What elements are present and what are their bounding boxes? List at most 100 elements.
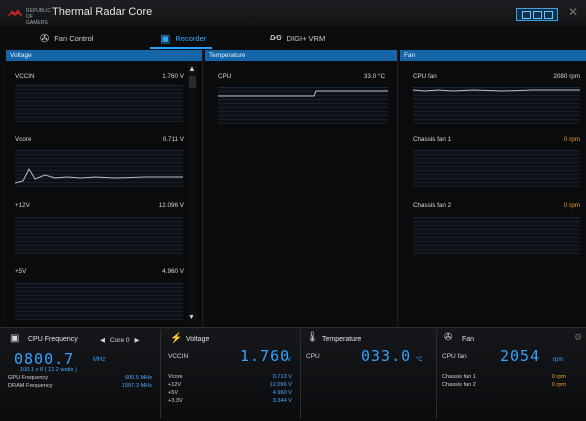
voltage-label-12v: +12V: [15, 202, 30, 209]
voltage-panel: Voltage VCCIN 1.760 V Vcore 0.711 V +12V…: [6, 50, 203, 326]
3v3-label: +3.3V: [168, 398, 183, 404]
window-controls[interactable]: [516, 8, 558, 21]
maximize-icon[interactable]: [532, 10, 542, 19]
voltage-big-label: VCCIN: [168, 353, 189, 360]
panel-header: Voltage: [6, 50, 202, 61]
gpu-frequency-label: GPU Frequency: [8, 375, 49, 381]
voltage-value-12v: 12.096 V: [158, 202, 184, 209]
chassis-fan-1-label: Chassis fan 1: [442, 374, 476, 380]
scroll-up-arrow[interactable]: ▲: [188, 64, 196, 73]
temperature-big-label: CPU: [306, 353, 320, 360]
temp-label-cpu: CPU: [218, 73, 232, 80]
5v-value: 4.960 V: [272, 390, 292, 396]
graph-vcore: [15, 150, 183, 187]
cpu-temp-line: [218, 90, 388, 97]
fan-big-value: 2054: [500, 347, 541, 365]
vcore-value: 0.713 V: [272, 374, 292, 380]
dram-frequency-label: DRAM Frequency: [8, 383, 53, 389]
scroll-down-arrow[interactable]: ▼: [188, 314, 195, 321]
fan-panel: Fan CPU fan 2080 rpm Chassis fan 1 0 rpm…: [400, 50, 586, 326]
core-selector[interactable]: ◀ Core 0 ▶: [100, 336, 140, 345]
panel-header: Fan: [400, 50, 586, 61]
voltage-label-5v: +5V: [15, 268, 27, 275]
lightning-icon: ⚡: [170, 333, 183, 344]
cpu-frequency-unit: MHz: [93, 357, 106, 363]
temperature-big-value: 033.0: [361, 347, 412, 365]
12v-value: 12.096 V: [269, 382, 292, 388]
chevron-right-icon[interactable]: ▶: [135, 336, 140, 344]
chassis-fan-2-label: Chassis fan 2: [442, 382, 476, 388]
dram-frequency-value: 1597.3 MHz: [121, 383, 152, 389]
graph-chassis-fan-1: [413, 150, 580, 187]
voltage-value-5v: 4.960 V: [162, 268, 184, 275]
voltage-unit: V: [287, 357, 292, 363]
active-tab-indicator: [150, 47, 212, 49]
chassis-fan-2-value: 0 rpm: [551, 382, 566, 388]
monitor-icon: ▣: [160, 32, 171, 45]
graph-5v: [15, 283, 183, 320]
tab-label: Fan Control: [54, 33, 94, 43]
cpu-icon: ▣: [10, 333, 20, 344]
app-title: Thermal Radar Core: [52, 6, 153, 18]
scroll-thumb[interactable]: [189, 76, 196, 88]
fan-big-label: CPU fan: [442, 353, 467, 360]
voltage-big-value: 1.760: [240, 347, 291, 365]
temperature-title: Temperature: [322, 336, 362, 343]
tab-recorder[interactable]: ▣ Recorder: [160, 30, 206, 46]
close-icon[interactable]: ✕: [568, 5, 578, 19]
voltage-label-vccin: VCCIN: [15, 73, 35, 80]
panel-header: Temperature: [205, 50, 397, 61]
cpu-multiplier-info: 100.1 x 8 ( 12.2 watts ): [20, 367, 77, 373]
tab-label: DIGI+ VRM: [286, 33, 326, 43]
graph-12v: [15, 217, 183, 254]
fan-value-chassis-1: 0 rpm: [563, 136, 580, 143]
12v-label: +12V: [168, 382, 182, 388]
thermometer-icon: 🌡: [306, 332, 319, 343]
fan-icon: ✇: [444, 332, 453, 343]
cpu-frequency-value: 0800.7: [14, 350, 75, 368]
voltage-title: Voltage: [186, 336, 210, 343]
chevron-left-icon[interactable]: ◀: [100, 336, 105, 344]
voltage-label-vcore: Vcore: [15, 136, 32, 143]
graph-cpu-temp: [218, 87, 388, 124]
tab-digi-vrm[interactable]: D∕G DIGI+ VRM: [270, 30, 325, 46]
fan-value-chassis-2: 0 rpm: [563, 202, 580, 209]
fan-value-cpu: 2080 rpm: [553, 73, 580, 80]
tab-fan-control[interactable]: ✇ Fan Control: [40, 30, 93, 46]
scrollbar[interactable]: [188, 62, 197, 324]
graph-chassis-fan-2: [413, 217, 580, 254]
chassis-fan-1-value: 0 rpm: [551, 374, 566, 380]
fan-unit: rpm: [553, 357, 564, 363]
settings-icon[interactable]: ⚙: [574, 332, 582, 343]
fan-label-cpu: CPU fan: [413, 73, 437, 80]
cpu-fan-line: [413, 89, 580, 92]
fan-icon: ✇: [40, 32, 50, 45]
logo-text: REPUBLIC OF GAMERS: [26, 8, 52, 26]
core-selector-value: Core 0: [110, 336, 130, 344]
restore-icon[interactable]: [543, 10, 553, 19]
vcore-line: [15, 167, 183, 184]
minimize-icon[interactable]: [521, 10, 531, 19]
fan-title: Fan: [462, 336, 475, 343]
divider: [300, 330, 301, 418]
digi-icon: D∕G: [270, 34, 282, 42]
tab-label: Recorder: [175, 33, 207, 43]
gpu-frequency-value: 600.5 MHz: [124, 375, 152, 381]
divider: [436, 330, 437, 418]
temperature-unit: °C: [416, 357, 423, 363]
cpu-frequency-title: CPU Frequency: [28, 336, 78, 343]
fan-label-chassis-1: Chassis fan 1: [413, 136, 452, 143]
divider: [160, 330, 161, 418]
vcore-label: Vcore: [168, 374, 183, 380]
3v3-value: 3.344 V: [272, 398, 292, 404]
graph-vccin: [15, 85, 183, 122]
temperature-panel: Temperature CPU 33.0 °C: [205, 50, 398, 326]
5v-label: +5V: [168, 390, 179, 396]
fan-label-chassis-2: Chassis fan 2: [413, 202, 452, 209]
voltage-value-vccin: 1.760 V: [162, 73, 184, 80]
rog-logo: REPUBLIC OF GAMERS: [6, 7, 51, 26]
monitor-dashboard: [0, 327, 586, 421]
graph-cpu-fan: [413, 87, 580, 124]
temp-value-cpu: 33.0 °C: [363, 73, 385, 80]
voltage-value-vcore: 0.711 V: [162, 136, 184, 143]
